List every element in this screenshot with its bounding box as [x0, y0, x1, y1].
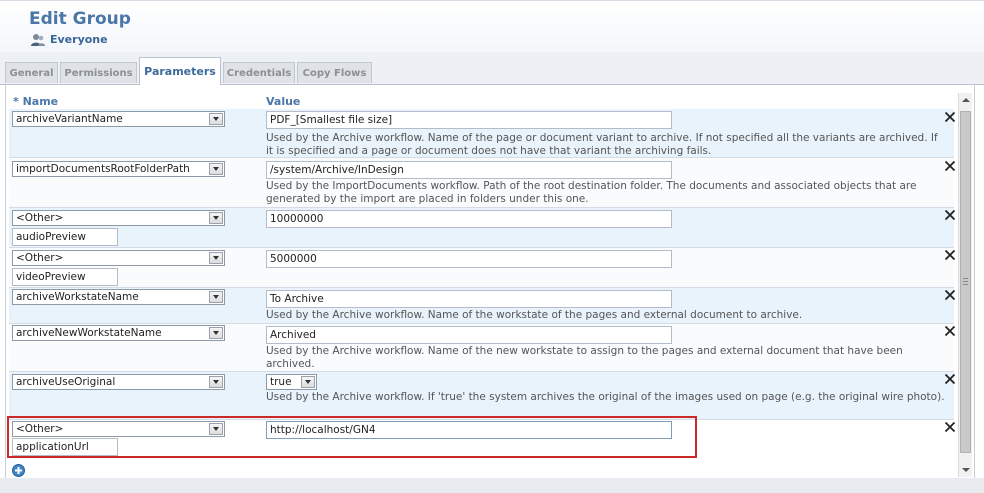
chevron-down-icon: [209, 327, 223, 339]
parameter-name-select[interactable]: archiveVariantName: [12, 111, 225, 127]
custom-name-input[interactable]: audioPreview: [12, 228, 118, 246]
parameter-description: Used by the Archive workflow. Name of th…: [266, 309, 803, 321]
chevron-down-icon: [301, 376, 315, 388]
parameter-value-input[interactable]: Archived: [266, 326, 672, 344]
page-title: Edit Group: [29, 9, 131, 29]
custom-name-input[interactable]: applicationUrl: [12, 438, 118, 456]
close-icon[interactable]: [944, 111, 956, 123]
parameter-name-select[interactable]: archiveNewWorkstateName: [12, 325, 225, 341]
chevron-down-icon: [209, 376, 223, 388]
close-icon[interactable]: [944, 325, 956, 337]
group-name: Everyone: [50, 32, 108, 46]
user-icon: [30, 32, 46, 46]
parameter-name-select[interactable]: importDocumentsRootFolderPath: [12, 161, 225, 177]
chevron-down-icon: [209, 252, 223, 264]
tab-copy-flows[interactable]: Copy Flows: [297, 62, 372, 83]
parameter-description: Used by the ImportDocuments workflow. Pa…: [266, 180, 917, 205]
chevron-down-icon: [209, 163, 223, 175]
tab-parameters[interactable]: Parameters: [139, 57, 221, 85]
name-column-header: * Name: [13, 95, 59, 108]
parameter-value-input[interactable]: 5000000: [266, 250, 672, 268]
scroll-down-arrow-icon[interactable]: [959, 463, 973, 477]
parameter-description: Used by the Archive workflow. If 'true' …: [266, 391, 945, 403]
parameter-value-input[interactable]: /system/Archive/InDesign: [266, 161, 672, 179]
tab-credentials[interactable]: Credentials: [223, 62, 295, 83]
parameter-description: Used by the Archive workflow. Name of th…: [266, 345, 903, 370]
parameter-value-input[interactable]: http://localhost/GN4: [266, 421, 672, 439]
chevron-down-icon: [209, 291, 223, 303]
value-column-header: Value: [266, 95, 301, 108]
close-icon[interactable]: [944, 421, 956, 433]
chevron-down-icon: [209, 113, 223, 125]
close-icon[interactable]: [944, 249, 956, 261]
parameter-name-select[interactable]: <Other>: [12, 421, 225, 437]
parameter-value-select[interactable]: true: [266, 374, 317, 390]
close-icon[interactable]: [944, 160, 956, 172]
parameter-value-input[interactable]: 10000000: [266, 210, 672, 228]
parameter-name-select[interactable]: <Other>: [12, 210, 225, 226]
close-icon[interactable]: [944, 209, 956, 221]
close-icon[interactable]: [944, 289, 956, 301]
parameter-description: Used by the Archive workflow. Name of th…: [266, 132, 938, 157]
page-header: Edit Group Everyone: [0, 0, 984, 53]
tab-permissions[interactable]: Permissions: [60, 62, 137, 83]
scrollbar-thumb[interactable]: [960, 111, 971, 453]
parameter-value-input[interactable]: To Archive: [266, 290, 672, 308]
add-circle-icon[interactable]: [12, 462, 25, 477]
parameter-name-select[interactable]: <Other>: [12, 250, 225, 266]
scroll-up-arrow-icon[interactable]: [959, 93, 973, 107]
custom-name-input[interactable]: videoPreview: [12, 268, 118, 286]
chevron-down-icon: [209, 212, 223, 224]
close-icon[interactable]: [944, 373, 956, 385]
chevron-down-icon: [209, 423, 223, 435]
parameter-name-select[interactable]: archiveWorkstateName: [12, 289, 225, 305]
footer-band: [0, 478, 984, 493]
parameter-value-input[interactable]: PDF_[Smallest file size]: [266, 111, 672, 129]
vertical-scrollbar[interactable]: [958, 93, 972, 477]
tab-general[interactable]: General: [5, 62, 58, 83]
parameter-name-select[interactable]: archiveUseOriginal: [12, 374, 225, 390]
group-name-row: Everyone: [30, 32, 108, 46]
